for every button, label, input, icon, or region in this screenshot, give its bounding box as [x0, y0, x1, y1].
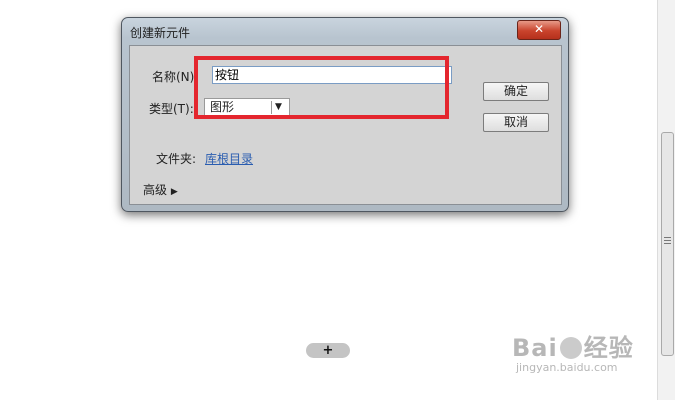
folder-link[interactable]: 库根目录	[205, 150, 253, 167]
dialog-titlebar[interactable]: 创建新元件 ✕	[122, 18, 568, 44]
close-button[interactable]: ✕	[517, 20, 561, 40]
type-label: 类型(T):	[149, 102, 194, 116]
watermark: Bai 经验 jingyan.baidu.com	[512, 328, 634, 374]
watermark-brand: Bai 经验	[512, 334, 634, 362]
advanced-label: 高级	[143, 183, 168, 197]
dialog-body: 名称(N): 类型(T): 图形 ▼ 文件夹: 库根目录 高级 ▶ 确定 取消	[129, 45, 562, 205]
watermark-url: jingyan.baidu.com	[516, 361, 618, 374]
type-dropdown[interactable]: 图形 ▼	[204, 98, 290, 117]
paw-icon	[559, 337, 582, 359]
chevron-down-icon: ▼	[275, 102, 282, 112]
name-label: 名称(N):	[152, 70, 199, 84]
folder-label: 文件夹:	[156, 152, 197, 166]
create-symbol-dialog: 创建新元件 ✕ 名称(N): 类型(T): 图形 ▼ 文件夹: 库根目录 高级 …	[121, 17, 569, 212]
dropdown-divider	[271, 101, 272, 114]
cancel-button[interactable]: 取消	[483, 113, 549, 132]
advanced-toggle[interactable]: 高级 ▶	[143, 181, 178, 198]
type-value: 图形	[210, 100, 235, 114]
dialog-title: 创建新元件	[130, 26, 191, 40]
plus-icon: +	[322, 343, 334, 358]
scrollbar-thumb[interactable]	[661, 132, 674, 356]
triangle-right-icon: ▶	[170, 187, 178, 197]
ok-button[interactable]: 确定	[483, 82, 549, 101]
add-button[interactable]: +	[306, 343, 350, 358]
name-input[interactable]	[212, 66, 452, 84]
vertical-scrollbar[interactable]	[657, 0, 675, 400]
grip-icon	[664, 237, 671, 244]
close-icon: ✕	[533, 22, 545, 36]
